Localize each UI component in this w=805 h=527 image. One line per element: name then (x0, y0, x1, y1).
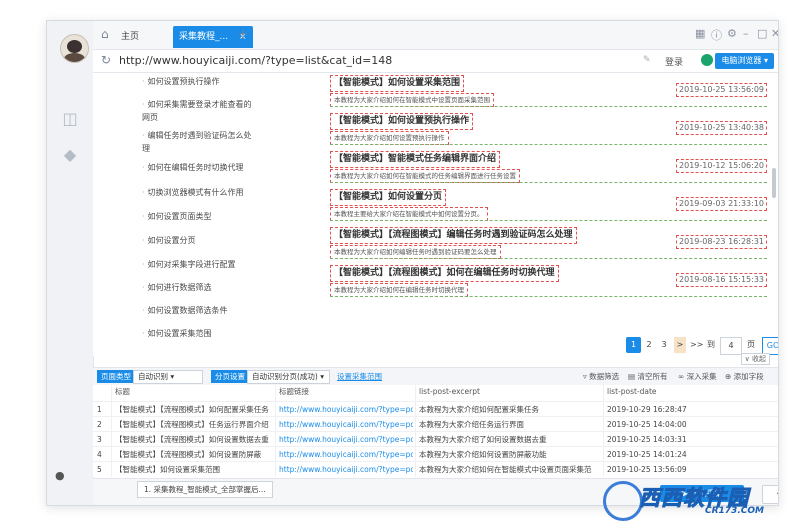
table-row[interactable]: 2 【智能模式】【流程图模式】任务运行界面介绍 http://www.houyi… (93, 416, 778, 432)
new-tab-button[interactable]: + (238, 27, 248, 41)
list-item[interactable]: · 切换浏览器模式有什么作用 (142, 186, 252, 199)
list-item[interactable]: · 如何对采集字段进行配置 (142, 258, 252, 271)
article-card[interactable]: 【智能模式】【流程图模式】如何在编辑任务时切换代理 本教程为大家介绍如何在编辑任… (330, 265, 767, 297)
browser-mode-label: 电脑浏览器 (721, 56, 762, 65)
card-title[interactable]: 【智能模式】如何设置预执行操作 (330, 113, 474, 130)
page-content: · 如何设置预执行操作 · 如何采集需要登录才能查看的网页 · 编辑任务时遇到验证码怎… (93, 73, 778, 365)
paging-select[interactable]: 自动识别分页(成功) ▾ (247, 370, 330, 384)
watermark-subtext: CR173.COM (705, 506, 764, 516)
goto-page-input[interactable]: 4 (720, 337, 742, 355)
article-card[interactable]: 【智能模式】如何设置采集范围 本教程为大家介绍如何在智能模式中设置页面采集范围 … (330, 75, 767, 107)
data-table: 标题 标题链接 list-post-excerpt list-post-date… (93, 385, 778, 477)
card-excerpt[interactable]: 本教程为大家介绍如何编辑任务时遇到验证码要怎么处理 (330, 245, 501, 259)
page-unit: 页 (747, 340, 755, 349)
article-card[interactable]: 【智能模式】如何设置分页 本教程主要给大家介绍在智能模式中如何设置分页。 201… (330, 189, 767, 221)
table-row[interactable]: 3 【智能模式】【流程图模式】如何设置数据去重 http://www.houyi… (93, 431, 778, 447)
avatar[interactable] (60, 34, 89, 63)
minimize-icon[interactable]: – (743, 27, 749, 40)
page-type-label: 页面类型 (97, 370, 135, 383)
filter-button[interactable]: ▿ 数据筛选 (583, 371, 619, 382)
list-item[interactable]: · 如何设置数据筛选条件 (142, 304, 252, 317)
tutorial-nav-list: · 如何设置预执行操作 · 如何采集需要登录才能查看的网页 · 编辑任务时遇到验证码怎… (93, 73, 277, 356)
grid-icon[interactable]: ▦ (695, 27, 705, 40)
task-tab[interactable]: 1. 采集教程_智能模式_全部掌握后... (137, 481, 273, 498)
card-title[interactable]: 【智能模式】【流程图模式】编辑任务时遇到验证码怎么处理 (330, 227, 577, 244)
login-link[interactable]: 登录 (665, 55, 683, 68)
left-rail: ◫ ◆ ● (47, 21, 94, 505)
add-field-button[interactable]: ⊕ 添加字段 (725, 371, 764, 382)
list-item[interactable]: · 如何设置页面类型 (142, 210, 252, 223)
list-item[interactable]: · 如何在编辑任务时切换代理 (142, 161, 252, 174)
card-title[interactable]: 【智能模式】智能模式任务编辑界面介绍 (330, 151, 501, 168)
goto-label: 到 (707, 340, 715, 349)
card-excerpt[interactable]: 本教程为大家介绍如何在智能模式中设置页面采集范围 (330, 93, 494, 107)
page-type-select[interactable]: 自动识别 ▾ (133, 370, 203, 384)
card-excerpt[interactable]: 本教程主要给大家介绍在智能模式中如何设置分页。 (330, 207, 488, 221)
browser-mode-button[interactable]: 电脑浏览器 ▾ (715, 53, 774, 69)
col-header-link[interactable]: 标题链接 (279, 385, 309, 398)
tab-home[interactable]: 主页 (115, 26, 145, 48)
table-row[interactable]: 4 【智能模式】【流程图模式】如何设置防屏蔽 http://www.houyic… (93, 446, 778, 462)
page-3[interactable]: 3 (659, 337, 669, 353)
collapse-button[interactable]: ∨ 收起 (740, 353, 770, 365)
card-date[interactable]: 2019-08-16 15:15:33 (676, 273, 767, 287)
layers-icon[interactable]: ◆ (60, 145, 80, 165)
settings-icon[interactable]: ⚙ (727, 27, 737, 40)
edit-icon[interactable]: ✎ (643, 55, 651, 65)
card-date[interactable]: 2019-08-23 16:28:31 (676, 235, 767, 249)
paging-label: 分页设置 (211, 370, 249, 383)
set-range-link[interactable]: 设置采集范围 (337, 371, 382, 382)
vertical-scrollbar[interactable] (772, 168, 776, 198)
maximize-icon[interactable]: □ (757, 27, 767, 40)
user-status-icon[interactable]: ● (55, 469, 65, 482)
col-header-title[interactable]: 标题 (115, 385, 130, 398)
table-row[interactable]: 5 【智能模式】如何设置采集范围 http://www.houyicaiji.c… (93, 461, 778, 477)
green-status-icon[interactable] (701, 54, 713, 66)
card-title[interactable]: 【智能模式】如何设置采集范围 (330, 75, 465, 92)
table-row[interactable]: 1 【智能模式】【流程图模式】如何配置采集任务 http://www.houyi… (93, 401, 778, 417)
address-bar: ↻ http://www.houyicaiji.com/?type=list&c… (93, 50, 778, 73)
last-page[interactable]: >> (690, 337, 703, 353)
tab-tutorial-label: 采集教程_... (179, 32, 229, 42)
article-card[interactable]: 【智能模式】智能模式任务编辑界面介绍 本教程为大家介绍如何在智能模式的任务编辑界… (330, 151, 767, 183)
deep-capture-button[interactable]: ∞ 深入采集 (678, 371, 717, 382)
page-2[interactable]: 2 (644, 337, 654, 353)
close-icon[interactable]: ✕ (771, 27, 778, 40)
card-date[interactable]: 2019-09-03 21:33:10 (676, 197, 767, 211)
card-date[interactable]: 2019-10-25 13:56:09 (676, 83, 767, 97)
watermark-logo-icon (603, 481, 643, 521)
help-icon[interactable]: ⓘ (711, 27, 722, 43)
capture-toolbar: 页面类型 自动识别 ▾ 分页设置 自动识别分页(成功) ▾ 设置采集范围 ▿ 数… (93, 367, 778, 386)
url-input[interactable]: http://www.houyicaiji.com/?type=list&cat… (119, 54, 392, 67)
app-window: ◫ ◆ ● ⌂ 主页 采集教程_... × + ▦ ⓘ ⚙ – □ ✕ ↻ ht… (46, 20, 779, 506)
next-page[interactable]: > (674, 337, 686, 353)
card-date[interactable]: 2019-10-25 13:40:38 (676, 121, 767, 135)
home-icon[interactable]: ⌂ (101, 27, 109, 41)
list-item[interactable]: · 编辑任务时遇到验证码怎么处理 (142, 129, 252, 155)
card-excerpt[interactable]: 本教程为大家介绍如何设置预执行操作 (330, 131, 449, 145)
list-item[interactable]: · 如何设置分页 (142, 234, 252, 247)
title-bar: ⌂ 主页 采集教程_... × + ▦ ⓘ ⚙ – □ ✕ (93, 21, 778, 50)
card-title[interactable]: 【智能模式】【流程图模式】如何在编辑任务时切换代理 (330, 265, 559, 282)
card-excerpt[interactable]: 本教程为大家介绍如何在编辑任务时切换代理 (330, 283, 468, 297)
page-1[interactable]: 1 (626, 337, 641, 353)
list-item[interactable]: · 如何设置采集范围 (142, 327, 252, 340)
col-header-excerpt[interactable]: list-post-excerpt (419, 385, 480, 398)
list-item[interactable]: · 如何设置预执行操作 (142, 75, 252, 88)
list-item[interactable]: · 如何采集需要登录才能查看的网页 (142, 98, 252, 124)
document-icon[interactable]: ◫ (60, 109, 80, 129)
site-watermark: 西西软件园 CR173.COM (603, 479, 781, 521)
card-date[interactable]: 2019-10-12 15:06:20 (676, 159, 767, 173)
refresh-icon[interactable]: ↻ (101, 53, 111, 67)
col-header-date[interactable]: list-post-date (607, 385, 657, 398)
article-card[interactable]: 【智能模式】【流程图模式】编辑任务时遇到验证码怎么处理 本教程为大家介绍如何编辑… (330, 227, 767, 259)
article-card[interactable]: 【智能模式】如何设置预执行操作 本教程为大家介绍如何设置预执行操作 2019-1… (330, 113, 767, 145)
card-excerpt[interactable]: 本教程为大家介绍如何在智能模式的任务编辑界面进行任务设置 (330, 169, 520, 183)
list-item[interactable]: · 如何进行数据筛选 (142, 281, 252, 294)
card-title[interactable]: 【智能模式】如何设置分页 (330, 189, 447, 206)
clear-all-button[interactable]: ▤ 清空所有 (628, 371, 667, 382)
